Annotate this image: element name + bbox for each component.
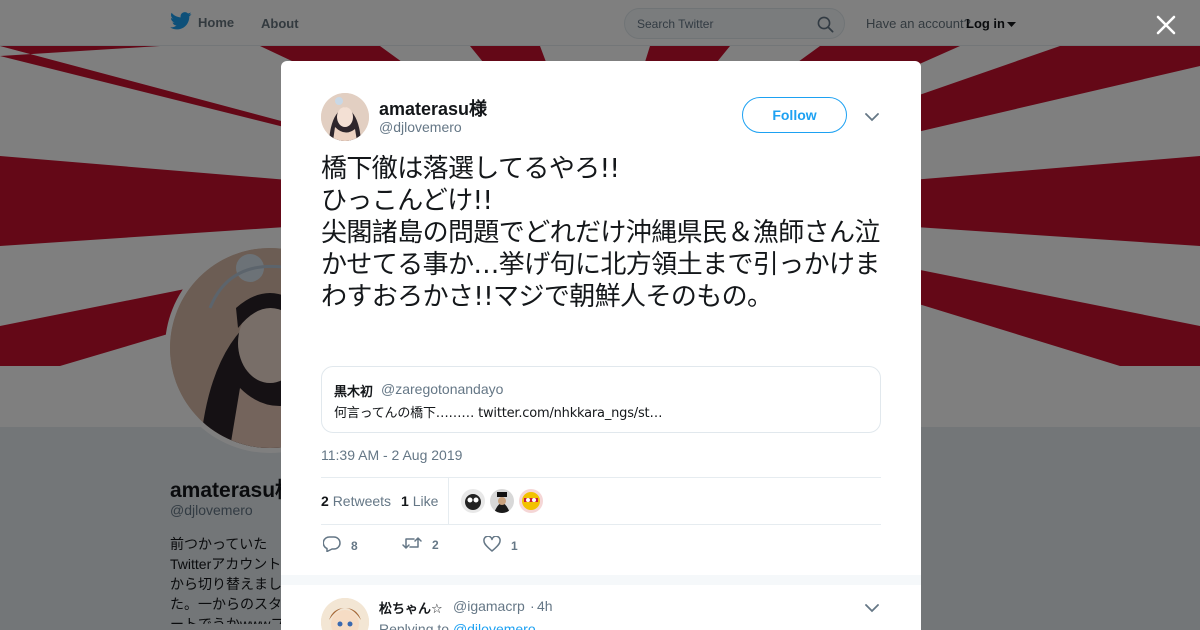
quoted-tweet-text: 何言ってんの橋下……… twitter.com/nhkkara_ngs/st…	[334, 406, 663, 421]
liker-avatar[interactable]	[519, 489, 543, 513]
reply-time[interactable]: 4h	[537, 598, 553, 614]
author-name[interactable]: amaterasu様	[379, 95, 487, 121]
reply-icon	[322, 536, 341, 555]
retweet-icon	[402, 536, 422, 553]
chevron-down-icon[interactable]	[865, 600, 879, 618]
replying-to-line: Replying to @djlovemero	[379, 621, 536, 630]
reply-count: 8	[351, 538, 358, 553]
reply-author-handle[interactable]: @igamacrp	[453, 598, 525, 614]
retweet-count: 2	[432, 537, 439, 552]
like-count: 1	[511, 538, 518, 553]
close-icon[interactable]	[1153, 12, 1179, 38]
reply-separator-dot: ·	[530, 598, 535, 614]
reply-action[interactable]: 8	[322, 536, 358, 555]
replying-to-link[interactable]: @djlovemero	[453, 621, 536, 630]
quoted-tweet[interactable]: 黒木初 @zaregotonandayo 何言ってんの橋下……… twitter…	[321, 366, 881, 433]
stats-divider	[448, 478, 449, 524]
reply-author-name[interactable]: 松ちゃん☆	[379, 598, 443, 617]
quoted-author-handle: @zaregotonandayo	[381, 381, 504, 397]
chevron-down-icon[interactable]	[865, 109, 879, 127]
replies-separator	[281, 575, 921, 585]
liker-avatar[interactable]	[490, 489, 514, 513]
like-action[interactable]: 1	[483, 535, 518, 555]
likes-count: 1	[401, 493, 409, 509]
retweets-label: Retweets	[332, 493, 392, 509]
liker-avatar[interactable]	[461, 489, 485, 513]
heart-icon	[483, 535, 501, 555]
likes-label: Like	[412, 493, 439, 509]
reply-tweet[interactable]: 松ちゃん☆ @igamacrp · 4h Replying to @djlove…	[281, 585, 921, 630]
follow-button[interactable]: Follow	[742, 97, 847, 133]
retweets-stat[interactable]: 2 Retweets	[321, 493, 391, 509]
likes-stat[interactable]: 1 Like	[401, 493, 438, 509]
replying-to-prefix: Replying to	[379, 621, 450, 630]
tweet-actions: 8 2 1	[321, 535, 881, 556]
retweet-action[interactable]: 2	[402, 536, 439, 553]
tweet-text: 橋下徹は落選してるやろ!! ひっこんどけ!! 尖閣諸島の問題でどれだけ沖縄県民＆…	[321, 154, 880, 312]
tweet-stats: 2 Retweets 1 Like	[321, 477, 881, 525]
retweets-count: 2	[321, 493, 329, 509]
tweet-modal: amaterasu様 @djlovemero Follow 橋下徹は落選してるや…	[281, 61, 921, 630]
author-avatar[interactable]	[321, 93, 369, 141]
quoted-author-name: 黒木初	[334, 385, 374, 400]
reply-author-avatar[interactable]	[321, 598, 369, 630]
author-handle[interactable]: @djlovemero	[379, 119, 462, 135]
tweet-timestamp[interactable]: 11:39 AM - 2 Aug 2019	[321, 447, 462, 463]
